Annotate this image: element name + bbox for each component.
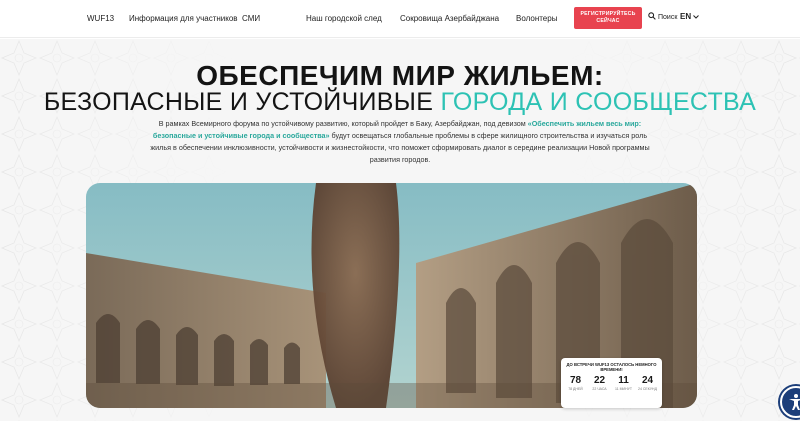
nav-link-urban-footprint[interactable]: Наш городской след <box>306 14 382 23</box>
search-label: Поиск <box>658 13 678 21</box>
nav-link-participant-info[interactable]: Информация для участников <box>129 14 238 23</box>
title-accent-text: ГОРОДА И СООБЩЕСТВА <box>440 88 757 116</box>
language-label: EN <box>680 12 692 21</box>
intro-text-start: В рамках Всемирного форума по устойчивом… <box>158 119 528 128</box>
countdown-title: ДО ВСТРЕЧИ WUF13 ОСТАЛОСЬ НЕМНОГО ВРЕМЕН… <box>566 362 657 372</box>
title-plain-text: БЕЗОПАСНЫЕ И УСТОЙЧИВЫЕ <box>43 88 441 116</box>
countdown-minutes: 11 11 МИНУТ <box>612 375 635 392</box>
countdown-minutes-unit: 11 МИНУТ <box>615 387 632 391</box>
register-now-button[interactable]: РЕГИСТРИРУЙТЕСЬ СЕЙЧАС <box>574 7 642 29</box>
search-button[interactable]: Поиск <box>648 12 677 22</box>
countdown-widget: ДО ВСТРЕЧИ WUF13 ОСТАЛОСЬ НЕМНОГО ВРЕМЕН… <box>561 358 662 408</box>
countdown-days: 78 78 ДНЕЙ <box>564 375 587 392</box>
nav-link-volunteers[interactable]: Волонтеры <box>516 14 557 23</box>
countdown-seconds-value: 24 <box>641 375 654 386</box>
nav-link-treasures-azerbaijan[interactable]: Сокровища Азербайджана <box>400 14 499 23</box>
countdown-seconds: 24 24 СЕКУНД <box>636 375 659 392</box>
countdown-days-value: 78 <box>569 375 582 386</box>
countdown-minutes-value: 11 <box>618 375 629 386</box>
nav-link-media[interactable]: СМИ <box>242 14 260 23</box>
language-selector[interactable]: EN <box>680 12 699 21</box>
chevron-down-icon <box>691 12 699 21</box>
countdown-values: 78 78 ДНЕЙ 22 22 ЧАСА 11 11 МИНУТ 24 24 … <box>564 375 659 392</box>
nav-link-wuf13[interactable]: WUF13 <box>87 14 114 23</box>
countdown-hours: 22 22 ЧАСА <box>588 375 611 392</box>
intro-paragraph: В рамках Всемирного форума по устойчивом… <box>145 118 655 166</box>
countdown-hours-unit: 22 ЧАСА <box>592 387 607 391</box>
site-header: WUF13 Информация для участников СМИ Наш … <box>0 0 800 38</box>
countdown-days-unit: 78 ДНЕЙ <box>568 387 583 391</box>
countdown-seconds-unit: 24 СЕКУНД <box>638 387 657 391</box>
search-icon <box>648 12 658 22</box>
countdown-hours-value: 22 <box>593 375 606 386</box>
page-title-line2: БЕЗОПАСНЫЕ И УСТОЙЧИВЫЕ ГОРОДА И СООБЩЕС… <box>0 88 800 117</box>
